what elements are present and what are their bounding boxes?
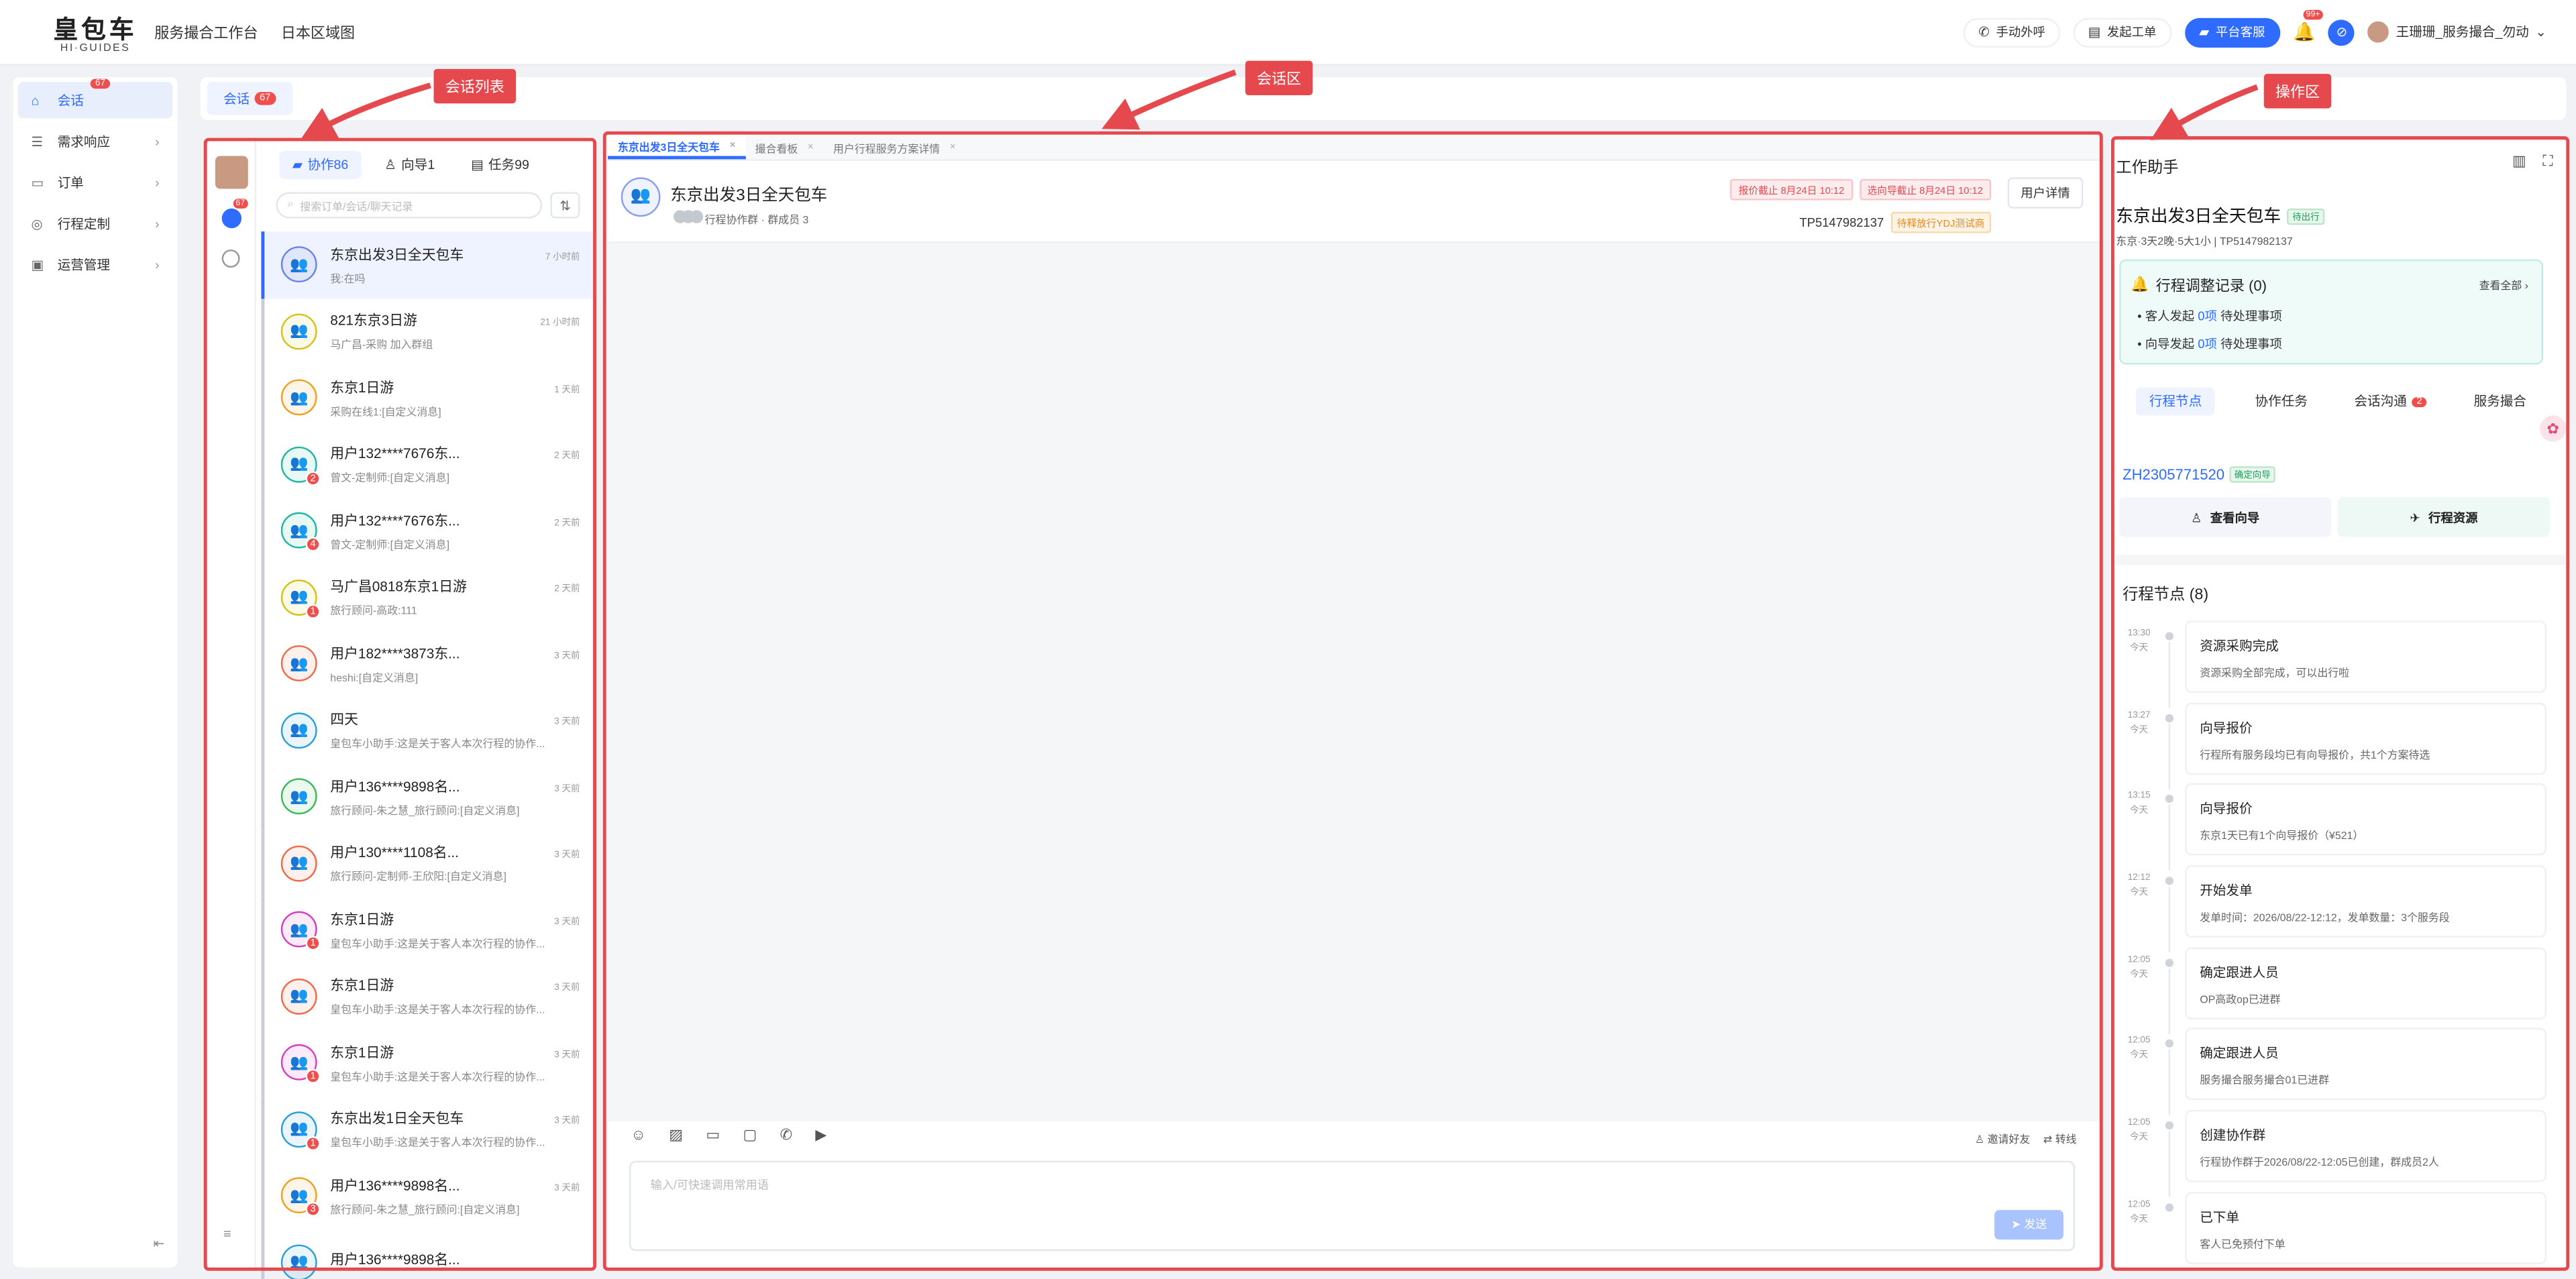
chevron-right-icon: › — [155, 215, 160, 231]
manual-call-button[interactable]: ✆ 手动外呼 — [1964, 17, 2060, 47]
avatar — [2367, 21, 2390, 43]
bell-icon[interactable]: 🔔 99+ — [2293, 9, 2324, 43]
nav-japan-map[interactable]: 日本区域图 — [281, 21, 355, 43]
sidebar-item-itinerary[interactable]: ◎ 行程定制 › — [18, 205, 172, 241]
session-badge: 67 — [90, 78, 111, 89]
list-icon: ☰ — [31, 133, 44, 149]
tab-session-badge: 67 — [254, 92, 276, 105]
top-right-actions: ✆ 手动外呼 ▤ 发起工单 ▰ 平台客服 🔔 99+ ⊘ 王珊珊_服务撮合_勿动 ⌄ — [1964, 9, 2546, 47]
chevron-right-icon: › — [155, 257, 160, 272]
chevron-down-icon: ⌄ — [2535, 24, 2546, 40]
monitor-icon: ▣ — [31, 257, 44, 272]
tab-session[interactable]: 会话 67 — [207, 82, 292, 115]
chevron-right-icon: › — [155, 174, 160, 190]
annotation-label-chat: 会话区 — [1245, 60, 1313, 95]
sidebar-item-demand[interactable]: ☰ 需求响应 › — [18, 123, 172, 160]
compass-icon: ◎ — [31, 215, 43, 231]
chat-bubble-icon: ▰ — [2199, 24, 2210, 40]
sidebar-item-session[interactable]: ⌂ 会话 67 — [17, 78, 173, 119]
create-ticket-button[interactable]: ▤ 发起工单 — [2073, 17, 2171, 47]
sidebar-item-label: 运营管理 — [57, 257, 111, 272]
home-icon: ⌂ — [31, 93, 40, 108]
ticket-icon: ▤ — [2088, 24, 2101, 40]
create-ticket-label: 发起工单 — [2106, 24, 2157, 40]
annotation-box-chat — [602, 131, 2103, 1271]
top-nav: 服务撮合工作台 日本区域图 — [154, 21, 355, 43]
sidebar-item-label: 行程定制 — [57, 215, 111, 231]
logo-cn: 皇包车 — [53, 15, 138, 44]
annotation-box-ops — [2110, 136, 2570, 1271]
sidebar-item-order[interactable]: ▭ 订单 › — [18, 164, 172, 201]
manual-call-label: 手动外呼 — [1996, 24, 2045, 40]
platform-service-button[interactable]: ▰ 平台客服 — [2184, 17, 2280, 47]
sidebar: ⌂ 会话 67 ☰ 需求响应 › ▭ 订单 › ◎ 行程定制 › ▣ 运营管理 › ⇤ — [13, 77, 178, 1268]
annotation-label-list: 会话列表 — [433, 68, 517, 104]
sidebar-item-label: 需求响应 — [57, 133, 111, 149]
user-menu[interactable]: 王珊珊_服务撮合_勿动 ⌄ — [2367, 21, 2546, 43]
order-icon: ▭ — [31, 174, 44, 190]
page-tab-strip: 会话 67 — [200, 77, 2567, 120]
user-name: 王珊珊_服务撮合_勿动 — [2396, 24, 2529, 40]
chevron-right-icon: › — [155, 133, 160, 149]
collapse-sidebar-icon[interactable]: ⇤ — [153, 1236, 164, 1251]
annotation-label-ops: 操作区 — [2263, 74, 2332, 109]
annotation-box-list — [203, 137, 596, 1271]
logo[interactable]: 皇包车 HI·GUIDES — [36, 11, 154, 54]
top-bar: 皇包车 HI·GUIDES 服务撮合工作台 日本区域图 ✆ 手动外呼 ▤ 发起工单 … — [0, 0, 2576, 66]
sidebar-item-label: 订单 — [57, 174, 84, 190]
platform-service-label: 平台客服 — [2215, 24, 2265, 40]
bell-badge: 99+ — [2302, 9, 2324, 20]
sidebar-item-label: 会话 — [57, 93, 84, 108]
phone-icon: ✆ — [1978, 24, 1990, 40]
nav-service-workbench[interactable]: 服务撮合工作台 — [154, 21, 258, 43]
tab-session-label: 会话 — [223, 91, 250, 106]
sidebar-item-operations[interactable]: ▣ 运营管理 › — [18, 246, 172, 282]
app-switch-icon[interactable]: ⊘ — [2328, 19, 2355, 46]
